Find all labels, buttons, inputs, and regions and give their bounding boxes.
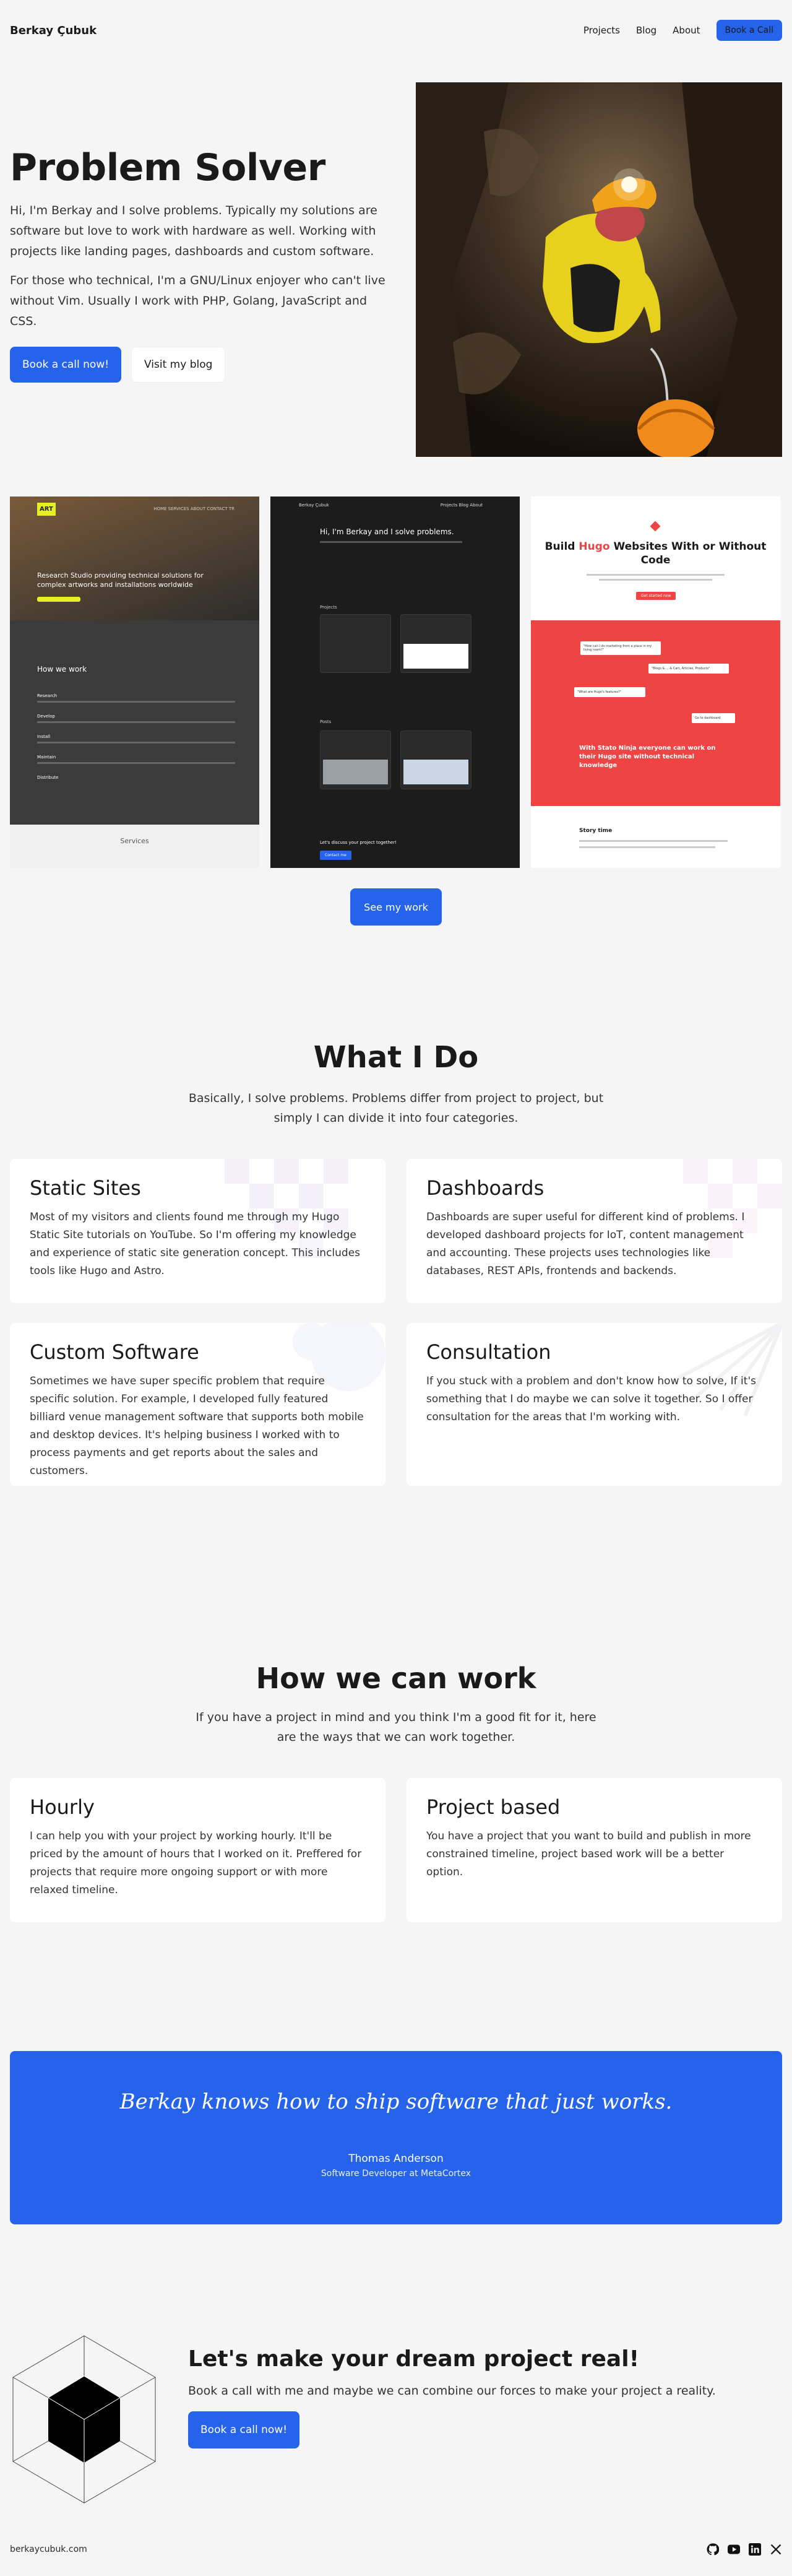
card-text: Sometimes we have super specific problem… [30,1375,364,1477]
footer-domain[interactable]: berkaycubuk.com [10,2544,87,2554]
dark-projects-label: Projects [320,605,337,610]
service-card-dashboards: Dashboards Dashboards are super useful f… [407,1159,782,1303]
cta-subtitle: Book a call with me and maybe we can com… [188,2384,716,2398]
how-we-work-title: How we can work [256,1662,536,1695]
ninja-chip: "What are Hugo's features?" [574,687,645,697]
hero-technical: For those who technical, I'm a GNU/Linux… [10,274,385,328]
cta-title: Let's make your dream project real! [188,2346,639,2372]
card-title: Consultation [426,1340,551,1364]
ninja-story-title: Story time [579,828,613,834]
nav-link-blog[interactable]: Blog [636,25,656,36]
card-text: Dashboards are super useful for differen… [426,1211,745,1277]
card-text: You have a project that you want to buil… [426,1830,751,1878]
see-my-work-button[interactable]: See my work [350,888,442,926]
hero-book-call-button[interactable]: Book a call now! [10,347,122,383]
card-title: Project based [426,1795,561,1819]
site-brand[interactable]: Berkay Çubuk [10,24,97,37]
ninja-heading-part2: Websites With or Without Code [613,540,767,566]
ninja-logo-icon [650,521,661,532]
hero-section: Problem Solver Hi, I'm Berkay and I solv… [10,147,394,383]
card-title: Custom Software [30,1340,199,1364]
art-item: Distribute [37,775,59,780]
art-items: Research Develop Install Maintain Distri… [37,682,235,780]
art-item: Develop [37,714,55,719]
art-item: Research [37,693,58,698]
art-heading: Research Studio providing technical solu… [37,571,204,589]
dark-posts-label: Posts [320,719,332,724]
project-screenshot-static-ninja[interactable]: Build Hugo Websites With or Without Code… [531,497,780,868]
engagement-card-project-based: Project based You have a project that yo… [407,1778,782,1922]
hero-visit-blog-button[interactable]: Visit my blog [131,347,226,383]
dark-footer-text: Let's discuss your project together! [320,840,397,845]
project-screenshot-personal-site[interactable]: Berkay Çubuk Projects Blog About Hi, I'm… [270,497,520,868]
ninja-chip: Go to dashboard [692,713,735,723]
art-footer-label: Services [120,837,149,845]
card-text: I can help you with your project by work… [30,1830,362,1896]
portfolio-showcase: ART HOME SERVICES ABOUT CONTACT TR Resea… [10,497,782,868]
card-title: Hourly [30,1795,95,1819]
linkedin-icon[interactable] [749,2543,761,2556]
art-logo: ART [37,503,56,516]
github-icon[interactable] [707,2543,719,2556]
x-icon[interactable] [770,2543,782,2556]
card-title: Dashboards [426,1176,544,1200]
nav-book-call-button[interactable]: Book a Call [716,20,782,41]
what-i-do-title: What I Do [313,1040,479,1075]
nav-link-projects[interactable]: Projects [583,25,620,36]
dark-heading: Hi, I'm Berkay and I solve problems. [320,527,454,536]
service-card-static-sites: Static Sites Most of my visitors and cli… [10,1159,385,1303]
art-nav: HOME SERVICES ABOUT CONTACT TR [153,506,235,511]
card-text: If you stuck with a problem and don't kn… [426,1375,756,1423]
nav-link-about[interactable]: About [673,25,700,36]
engagement-card-hourly: Hourly I can help you with your project … [10,1778,385,1922]
ninja-heading-hugo: Hugo [579,540,610,553]
service-card-consultation: Consultation If you stuck with a problem… [407,1323,782,1486]
testimonial-author: Thomas Anderson [348,2153,444,2165]
ninja-promo-text: With Stato Ninja everyone can work on th… [579,745,716,769]
what-i-do-subtitle: Basically, I solve problems. Problems di… [188,1091,604,1125]
youtube-icon[interactable] [728,2543,740,2556]
art-item: Install [37,734,51,739]
cta-book-call-button[interactable]: Book a call now! [188,2411,300,2448]
art-cta-bar [37,597,80,602]
how-we-work-subtitle: If you have a project in mind and you th… [196,1711,596,1744]
art-section-title: How we work [37,665,87,674]
testimonial-quote: Berkay knows how to ship software that j… [119,2089,673,2114]
testimonial-block: Berkay knows how to ship software that j… [10,2051,782,2224]
top-navigation: Berkay Çubuk Projects Blog About Book a … [0,0,792,61]
caving-illustration [416,82,782,457]
social-links [707,2543,782,2556]
ninja-cta-button: Get started now [636,592,676,600]
art-item: Maintain [37,755,56,760]
card-title: Static Sites [30,1176,141,1200]
ninja-chip: "Blogs & ... & Cart, Articles, Products" [648,664,729,674]
dark-contact-button: Contact me [320,851,351,860]
project-screenshot-art-studio[interactable]: ART HOME SERVICES ABOUT CONTACT TR Resea… [10,497,259,868]
card-text: Most of my visitors and clients found me… [30,1211,361,1277]
hero-caving-photo [416,82,782,457]
hero-title: Problem Solver [10,146,325,189]
hero-actions: Book a call now! Visit my blog [10,347,394,383]
service-card-custom-software: Custom Software Sometimes we have super … [10,1323,385,1486]
ninja-heading-part1: Build [544,540,575,553]
cube-icon [10,2333,158,2506]
site-footer: berkaycubuk.com [10,2537,782,2562]
cta-section: Let's make your dream project real! Book… [188,2346,745,2448]
ninja-heading: Build Hugo Websites With or Without Code [543,540,768,567]
nav-links: Projects Blog About Book a Call [583,20,782,41]
hero-intro: Hi, I'm Berkay and I solve problems. Typ… [10,204,377,258]
dark-brand: Berkay Çubuk [299,503,329,508]
ninja-chip: "How can I do marketing from a place in … [580,641,661,655]
dark-nav: Projects Blog About [440,503,483,508]
testimonial-role: Software Developer at MetaCortex [321,2169,471,2179]
